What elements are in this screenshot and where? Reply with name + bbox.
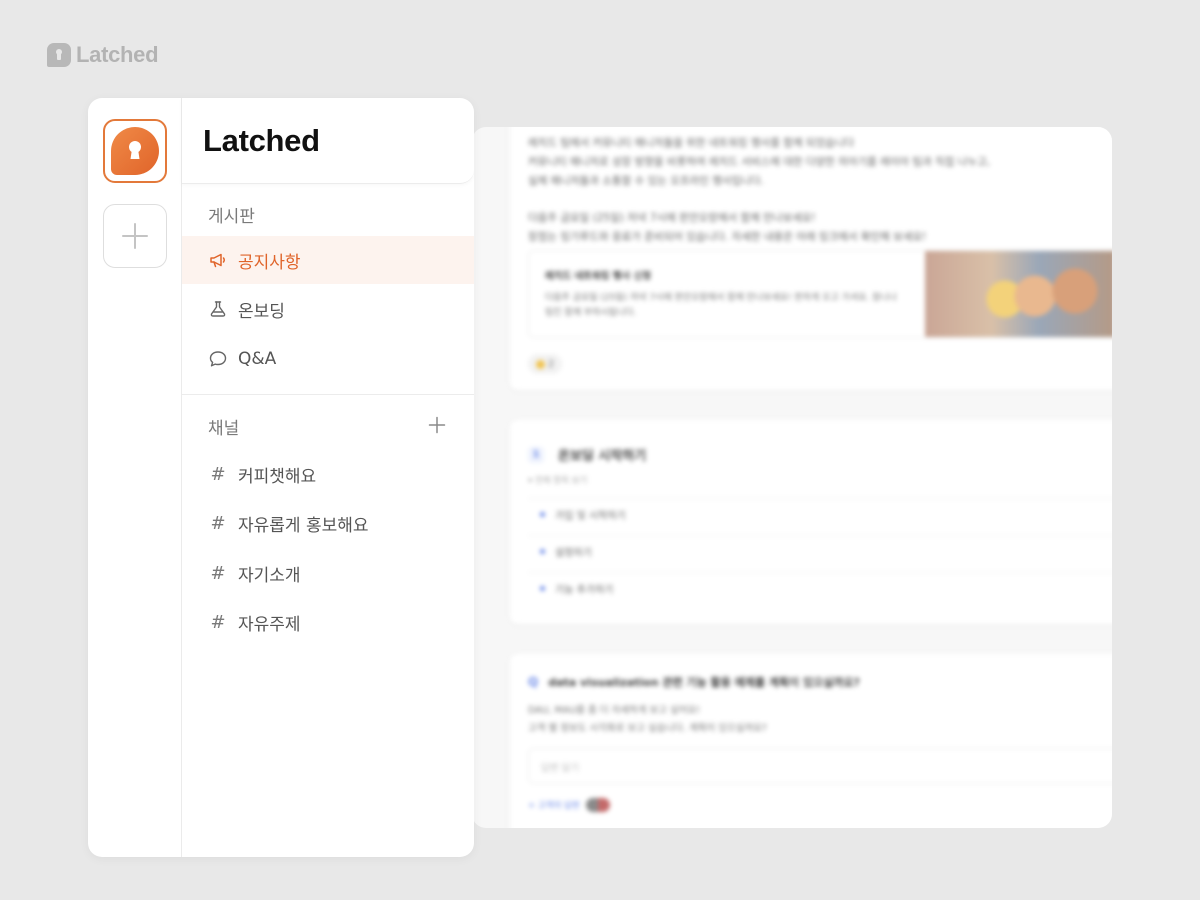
- channel-section-label: 채널: [208, 419, 240, 439]
- channel-item-promotion[interactable]: # 자유롭게 홍보해요: [182, 499, 474, 547]
- keyhole-logo-icon: [111, 127, 159, 175]
- flask-icon: [208, 299, 228, 319]
- qa-footer[interactable]: + 고객의 답변: [528, 798, 610, 812]
- post-text-line: 장점는 링기루드와 응료가 준비되어 있습니다. 자세한 내용은 아래 링크에서…: [528, 231, 927, 243]
- sidebar-header: Latched: [182, 98, 474, 184]
- chat-bubble-icon: [208, 349, 228, 369]
- qa-body-line: DAU, MAU를 좀 더 자세하게 보고 싶어요!: [528, 705, 701, 716]
- hash-icon: #: [210, 562, 226, 584]
- reaction-count: 2: [547, 358, 555, 370]
- channel-label: 자유롭게 홍보해요: [238, 515, 369, 536]
- onboarding-step[interactable]: 기능 추가하기: [528, 572, 1112, 604]
- qa-body-line: 고객 별 정보도 시각화로 보고 싶습니다. 계획이 있으실까요?: [528, 723, 767, 734]
- embed-description: 다음주 금요일 (25일) 저녁 7시에 판안오랑에서 함께 만나보세요! 판하…: [545, 293, 897, 318]
- embed-thumbnail: [925, 251, 1112, 337]
- post-text-line: 다음주 금요일 (25일) 저녁 7시에 판안오랑에서 함께 만나보세요!: [528, 212, 816, 224]
- megaphone-icon: [208, 250, 228, 270]
- embed-title: 레치드 네트워킹 행사 신청: [545, 271, 652, 282]
- channel-label: 자기소개: [238, 565, 301, 586]
- community-title: Latched: [203, 122, 320, 158]
- sidebar-item-label: 공지사항: [238, 252, 301, 273]
- bullet-icon: [540, 549, 545, 554]
- post-text-line: 레치드 팀에서 커뮤니티 매니저들을 위한 네트워킹 행사를 함께 되었습니다: [528, 137, 855, 149]
- keyhole-logo-icon: [47, 43, 71, 67]
- question-icon: Q: [528, 675, 539, 689]
- qa-title-text: data visualization 관련 기능 활용 예제를 계획이 있으실까…: [548, 676, 860, 689]
- community-rail: [88, 98, 182, 857]
- onboarding-step[interactable]: 가입 및 시작하기: [528, 498, 1112, 530]
- channel-label: 커피챗해요: [238, 466, 317, 487]
- channel-item-free-topic[interactable]: # 자유주제: [182, 598, 474, 646]
- sidebar-nav: Latched 게시판 공지사항 온보딩 Q&A 채널 # 커피챗해요 # 자유…: [182, 98, 474, 857]
- channel-label: 자유주제: [238, 614, 301, 635]
- section-divider: [182, 394, 474, 395]
- add-community-button[interactable]: [103, 204, 167, 268]
- community-button-latched[interactable]: [103, 119, 167, 183]
- sidebar-item-qa[interactable]: Q&A: [182, 335, 474, 383]
- channel-item-introductions[interactable]: # 자기소개: [182, 549, 474, 597]
- onboarding-subtitle[interactable]: ▾ 전체 항목 보기: [528, 474, 587, 486]
- qa-title: Q data visualization 관련 기능 활용 예제를 계획이 있으…: [528, 674, 860, 690]
- emoji-icon: [535, 359, 545, 369]
- brand-name: Latched: [76, 42, 159, 67]
- bullet-icon: [540, 586, 545, 591]
- onboarding-title: 1 온보딩 시작하기: [528, 445, 646, 464]
- plus-icon: [122, 223, 148, 249]
- answer-input[interactable]: 답변 달기: [528, 748, 1112, 784]
- brand-logo: Latched: [47, 42, 159, 68]
- avatar-group: [585, 798, 610, 812]
- qa-post[interactable]: Q data visualization 관련 기능 활용 예제를 계획이 있으…: [510, 654, 1112, 828]
- post-text-line: 실제 매니저들과 소통할 수 있는 오프라인 행사입니다.: [528, 175, 764, 187]
- sidebar-card: Latched 게시판 공지사항 온보딩 Q&A 채널 # 커피챗해요 # 자유…: [88, 98, 474, 857]
- sidebar-item-label: 온보딩: [238, 301, 285, 322]
- board-section-label: 게시판: [208, 207, 255, 227]
- hash-icon: #: [210, 512, 226, 534]
- onboarding-step[interactable]: 설정하기: [528, 535, 1112, 567]
- plus-icon: [428, 416, 446, 434]
- hash-icon: #: [210, 463, 226, 485]
- qa-footer-text: + 고객의 답변: [528, 801, 580, 811]
- reaction-badge[interactable]: 2: [528, 354, 562, 374]
- sidebar-item-label: Q&A: [238, 349, 277, 369]
- content-panel: 레치드 팀에서 커뮤니티 매니저들을 위한 네트워킹 행사를 함께 되었습니다 …: [472, 127, 1112, 828]
- step-label: 설정하기: [555, 548, 592, 559]
- onboarding-title-text: 온보딩 시작하기: [558, 449, 647, 464]
- sidebar-item-announcements[interactable]: 공지사항: [182, 236, 474, 284]
- step-label: 가입 및 시작하기: [555, 511, 626, 522]
- bullet-icon: [540, 512, 545, 517]
- post-text-line: 커뮤니티 매니저로 성장 방향을 비롯하여 레치드 서비스에 대한 다양한 의아…: [528, 156, 991, 168]
- channel-item-coffee-chat[interactable]: # 커피챗해요: [182, 450, 474, 498]
- announcement-post[interactable]: 레치드 팀에서 커뮤니티 매니저들을 위한 네트워킹 행사를 함께 되었습니다 …: [510, 127, 1112, 390]
- add-channel-button[interactable]: [426, 414, 448, 436]
- step-number-badge: 1: [528, 446, 544, 463]
- link-embed-card[interactable]: 레치드 네트워킹 행사 신청 다음주 금요일 (25일) 저녁 7시에 판안오랑…: [528, 250, 1112, 338]
- step-label: 기능 추가하기: [555, 585, 614, 596]
- sidebar-item-onboarding[interactable]: 온보딩: [182, 285, 474, 333]
- onboarding-post[interactable]: 1 온보딩 시작하기 ▾ 전체 항목 보기 가입 및 시작하기 설정하기 기능 …: [510, 420, 1112, 624]
- hash-icon: #: [210, 611, 226, 633]
